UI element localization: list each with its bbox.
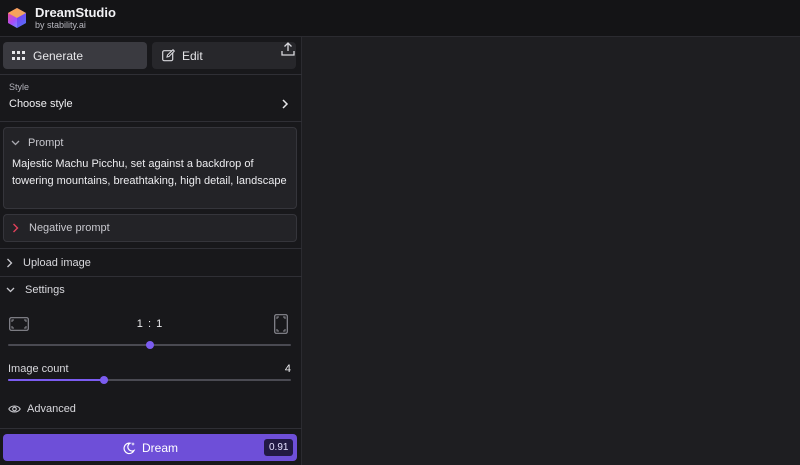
divider [0, 276, 302, 277]
advanced-label: Advanced [27, 403, 76, 415]
chevron-right-icon [13, 223, 19, 233]
dream-button[interactable]: Dream 0.91 [3, 434, 297, 461]
prompt-header[interactable]: Prompt [11, 137, 63, 149]
image-count-slider[interactable] [8, 376, 291, 384]
edit-tab-label: Edit [182, 48, 203, 63]
dream-button-label: Dream [141, 440, 178, 455]
landscape-ratio-icon[interactable] [9, 317, 29, 331]
edit-icon [162, 49, 175, 62]
credit-cost-badge: 0.91 [264, 439, 294, 456]
prompt-input[interactable]: Majestic Machu Picchu, set against a bac… [12, 156, 287, 190]
edit-tab[interactable]: Edit [152, 42, 296, 69]
chevron-right-icon [7, 258, 13, 268]
brand-name: DreamStudio [35, 4, 116, 20]
aspect-ratio-value: 1 : 1 [136, 318, 164, 330]
advanced-toggle[interactable]: Advanced [8, 403, 76, 415]
image-count-label: Image count [8, 363, 69, 375]
chevron-down-icon [6, 287, 15, 293]
dreamstudio-logo[interactable] [6, 7, 28, 29]
upload-image-row[interactable]: Upload image [0, 250, 302, 276]
canvas-area[interactable] [303, 37, 800, 465]
image-count-value: 4 [284, 363, 291, 375]
image-count-slider-fill [8, 379, 105, 381]
moon-sparkle-icon [123, 441, 136, 454]
grid-icon [12, 50, 25, 60]
brand-subtitle: by stability.ai [35, 19, 86, 30]
divider [0, 74, 302, 75]
top-bar: DreamStudio by stability.ai [0, 0, 800, 37]
image-count-slider-thumb[interactable] [100, 376, 109, 384]
chevron-down-icon [11, 140, 20, 146]
settings-label: Settings [25, 284, 65, 296]
negative-prompt-panel[interactable]: Negative prompt [3, 214, 297, 242]
generate-tab-label: Generate [33, 48, 84, 63]
divider [0, 248, 302, 249]
style-selector[interactable]: Choose style [9, 98, 73, 110]
negative-prompt-label: Negative prompt [29, 222, 110, 234]
style-label: Style [9, 82, 30, 92]
sidebar: Generate Edit Style Choose style Prompt … [0, 37, 302, 465]
divider [0, 121, 302, 122]
chevron-right-icon[interactable] [280, 99, 290, 109]
settings-header[interactable]: Settings [0, 278, 302, 302]
brand: DreamStudio by stability.ai [35, 4, 116, 31]
upload-icon[interactable] [281, 42, 295, 56]
prompt-panel: Prompt Majestic Machu Picchu, set agains… [3, 127, 297, 209]
divider [0, 428, 302, 429]
eye-icon [8, 405, 21, 413]
generate-tab[interactable]: Generate [3, 42, 147, 69]
aspect-ratio-slider-thumb[interactable] [145, 341, 154, 349]
prompt-label: Prompt [28, 137, 64, 149]
mode-bar: Generate Edit [0, 37, 302, 74]
aspect-ratio-slider[interactable] [8, 341, 291, 349]
upload-image-label: Upload image [23, 257, 91, 269]
portrait-ratio-icon[interactable] [274, 314, 288, 334]
